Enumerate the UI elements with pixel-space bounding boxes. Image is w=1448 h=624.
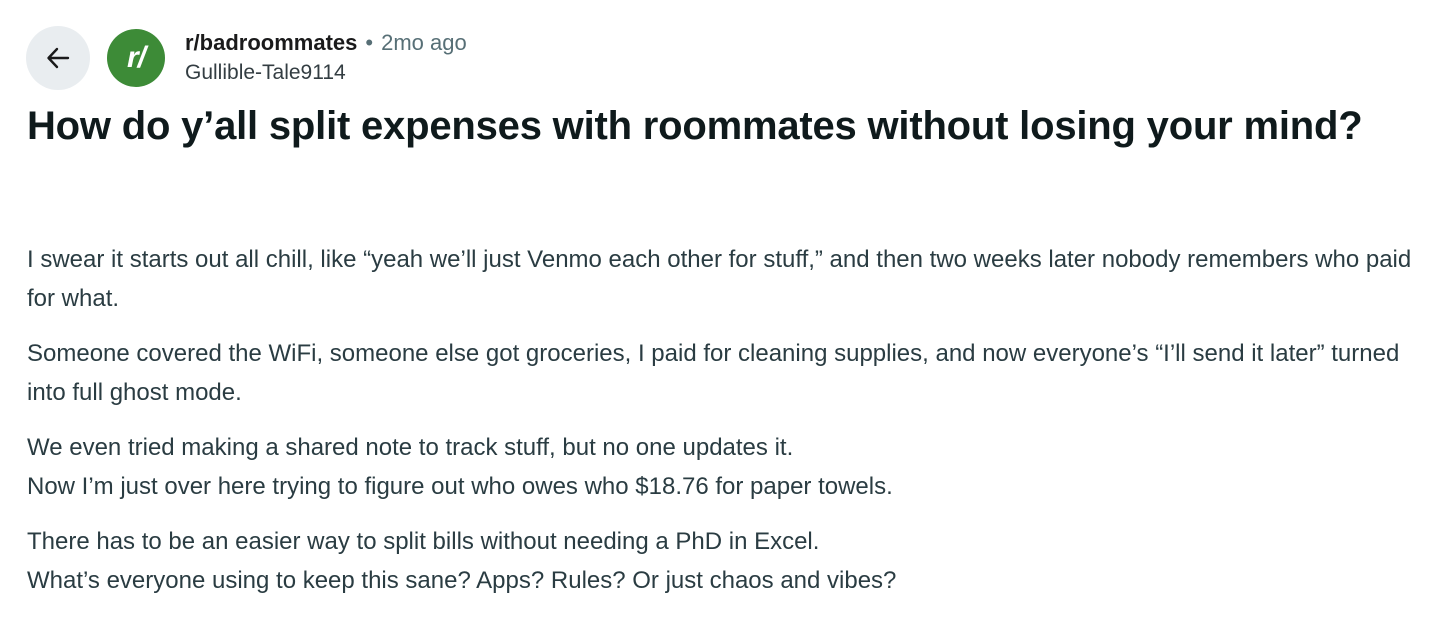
body-paragraph: Someone covered the WiFi, someone else g… <box>27 334 1427 412</box>
body-paragraph: I swear it starts out all chill, like “y… <box>27 240 1427 318</box>
avatar-text: r/ <box>126 41 146 74</box>
body-line: There has to be an easier way to split b… <box>27 528 820 555</box>
subreddit-avatar[interactable]: r/ <box>107 29 165 87</box>
post-meta: r/badroommates • 2mo ago Gullible-Tale91… <box>185 28 467 88</box>
body-paragraph: We even tried making a shared note to tr… <box>27 428 1427 506</box>
body-paragraph: There has to be an easier way to split b… <box>27 522 1427 600</box>
body-line: What’s everyone using to keep this sane?… <box>27 567 897 594</box>
meta-top-row: r/badroommates • 2mo ago <box>185 28 467 58</box>
body-line: Now I’m just over here trying to figure … <box>27 473 893 500</box>
post-title: How do y’all split expenses with roommat… <box>27 104 1363 148</box>
post-time: 2mo ago <box>381 30 467 55</box>
post-header: r/ r/badroommates • 2mo ago Gullible-Tal… <box>26 26 467 90</box>
post-body: I swear it starts out all chill, like “y… <box>27 240 1427 616</box>
body-line: Someone covered the WiFi, someone else g… <box>27 340 1400 406</box>
subreddit-link[interactable]: r/badroommates <box>185 28 357 58</box>
body-line: We even tried making a shared note to tr… <box>27 434 794 461</box>
body-line: I swear it starts out all chill, like “y… <box>27 246 1412 312</box>
arrow-left-icon <box>45 45 71 71</box>
author-link[interactable]: Gullible-Tale9114 <box>185 58 467 88</box>
back-button[interactable] <box>26 26 90 90</box>
meta-separator: • <box>365 30 374 55</box>
post-view: r/ r/badroommates • 2mo ago Gullible-Tal… <box>0 0 1448 624</box>
